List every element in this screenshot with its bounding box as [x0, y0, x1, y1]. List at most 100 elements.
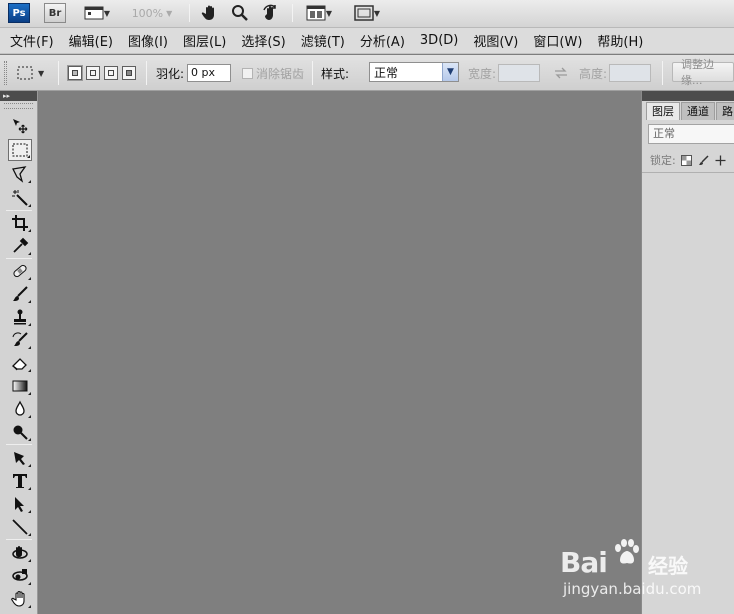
feather-input[interactable]: 0 px: [187, 64, 232, 82]
history-brush-tool[interactable]: [8, 329, 32, 351]
collapse-icon[interactable]: ▸▸: [3, 92, 10, 100]
crop-tool[interactable]: [8, 212, 32, 234]
lock-transparency-icon[interactable]: [681, 154, 693, 166]
tools-panel-header[interactable]: ▸▸: [0, 91, 37, 101]
tab-layers[interactable]: 图层: [646, 102, 680, 120]
add-to-selection-button[interactable]: [86, 66, 100, 80]
new-selection-button[interactable]: [68, 66, 82, 80]
clone-stamp-tool[interactable]: [8, 306, 32, 328]
flyout-indicator: [28, 346, 31, 349]
style-label-wrap: 样式:: [321, 64, 349, 82]
pen-tool[interactable]: [8, 447, 32, 469]
menu-layer[interactable]: 图层(L): [183, 31, 226, 50]
panel-header-strip[interactable]: [642, 91, 734, 101]
path-selection-tool[interactable]: [8, 493, 32, 515]
blend-mode-select[interactable]: 正常: [648, 124, 734, 144]
style-select-box[interactable]: 正常 ▼: [369, 62, 459, 82]
healing-brush-tool[interactable]: [8, 260, 32, 282]
tab-paths[interactable]: 路: [716, 102, 734, 120]
style-select[interactable]: 正常 ▼: [369, 62, 459, 82]
zoom-icon: [232, 5, 248, 21]
refine-edge-button[interactable]: 调整边缘...: [672, 58, 734, 87]
eyedropper-tool[interactable]: [8, 235, 32, 257]
menu-analysis[interactable]: 分析(A): [360, 31, 405, 50]
blur-tool[interactable]: [8, 398, 32, 420]
zoom-tool-button[interactable]: [228, 3, 252, 23]
divider: [58, 61, 59, 85]
tools-grip[interactable]: [4, 103, 33, 109]
flyout-indicator: [28, 533, 31, 536]
lock-position-icon[interactable]: [715, 154, 727, 166]
document-workspace[interactable]: [39, 91, 641, 614]
flyout-indicator: [28, 252, 31, 255]
view-extras-button[interactable]: ▼: [80, 3, 114, 23]
rect-marquee-tool[interactable]: [8, 139, 32, 161]
antialias-control[interactable]: 消除锯齿: [242, 64, 304, 82]
magic-wand-tool[interactable]: [8, 187, 32, 209]
flyout-indicator: [28, 369, 31, 372]
3d-orbit-tool[interactable]: [8, 565, 32, 587]
antialias-label: 消除锯齿: [256, 66, 305, 81]
bridge-button[interactable]: Br: [44, 3, 66, 23]
panel-divider: [642, 172, 734, 173]
line-tool-icon: [12, 519, 28, 535]
lasso-tool[interactable]: [8, 163, 32, 185]
rect-marquee-icon: [17, 66, 33, 80]
flyout-indicator: [28, 277, 31, 280]
brush-tool[interactable]: [8, 283, 32, 305]
menu-bar: 文件(F) 编辑(E) 图像(I) 图层(L) 选择(S) 滤镜(T) 分析(A…: [0, 28, 734, 54]
rotate-view-button[interactable]: [258, 3, 282, 23]
flyout-indicator: [28, 510, 31, 513]
ps-logo-icon[interactable]: Ps: [8, 3, 30, 23]
arrange-documents-button[interactable]: ▼: [302, 3, 336, 23]
gradient-tool[interactable]: [8, 375, 32, 397]
chevron-down-icon: ▼: [103, 8, 111, 18]
divider: [146, 61, 147, 85]
menu-image[interactable]: 图像(I): [128, 31, 168, 50]
height-input[interactable]: [609, 64, 652, 82]
divider: [292, 4, 293, 22]
menu-filter[interactable]: 滤镜(T): [301, 31, 345, 50]
dodge-tool[interactable]: [8, 421, 32, 443]
move-tool[interactable]: [8, 115, 32, 137]
menu-view[interactable]: 视图(V): [473, 31, 518, 50]
flyout-indicator: [28, 180, 31, 183]
width-input[interactable]: [498, 64, 541, 82]
menu-edit[interactable]: 编辑(E): [69, 31, 113, 50]
antialias-checkbox[interactable]: [242, 67, 253, 79]
menu-window[interactable]: 窗口(W): [533, 31, 582, 50]
type-tool[interactable]: [8, 470, 32, 492]
menu-3d[interactable]: 3D(D): [420, 33, 458, 48]
magic-wand-tool-icon: [12, 190, 28, 206]
eraser-tool[interactable]: [8, 352, 32, 374]
menu-help[interactable]: 帮助(H): [597, 31, 643, 50]
chevron-down-icon: ▼: [325, 8, 333, 18]
style-label: 样式:: [321, 66, 350, 81]
menu-select[interactable]: 选择(S): [241, 31, 285, 50]
chevron-down-icon[interactable]: ▼: [442, 63, 458, 81]
baidu-paw-icon: [615, 539, 639, 564]
healing-brush-tool-icon: [13, 264, 27, 278]
tool-preset-picker[interactable]: ▼: [16, 64, 44, 82]
tools-panel: ▸▸: [0, 91, 38, 614]
tab-channels[interactable]: 通道: [681, 102, 715, 120]
chevron-down-icon: ▼: [166, 8, 173, 18]
lock-pixels-icon[interactable]: [698, 154, 710, 166]
hand-tool-icon: [11, 590, 25, 607]
divider: [6, 444, 32, 445]
menu-file[interactable]: 文件(F): [10, 31, 54, 50]
watermark-url: jingyan.baidu.com: [563, 580, 702, 598]
zoom-level[interactable]: 100% ▼: [128, 3, 176, 23]
brush-tool-icon: [13, 286, 28, 301]
hand-tool[interactable]: [8, 588, 32, 610]
intersect-selection-button[interactable]: [122, 66, 136, 80]
subtract-from-selection-button[interactable]: [104, 66, 118, 80]
options-grip[interactable]: [4, 61, 7, 85]
3d-rotate-tool[interactable]: [8, 542, 32, 564]
swap-button[interactable]: [554, 64, 568, 82]
hand-tool-button[interactable]: [198, 3, 222, 23]
screen-mode-button[interactable]: ▼: [350, 3, 384, 23]
line-tool[interactable]: [8, 516, 32, 538]
divider: [189, 4, 190, 22]
3d-orbit-tool-icon: [12, 569, 28, 581]
